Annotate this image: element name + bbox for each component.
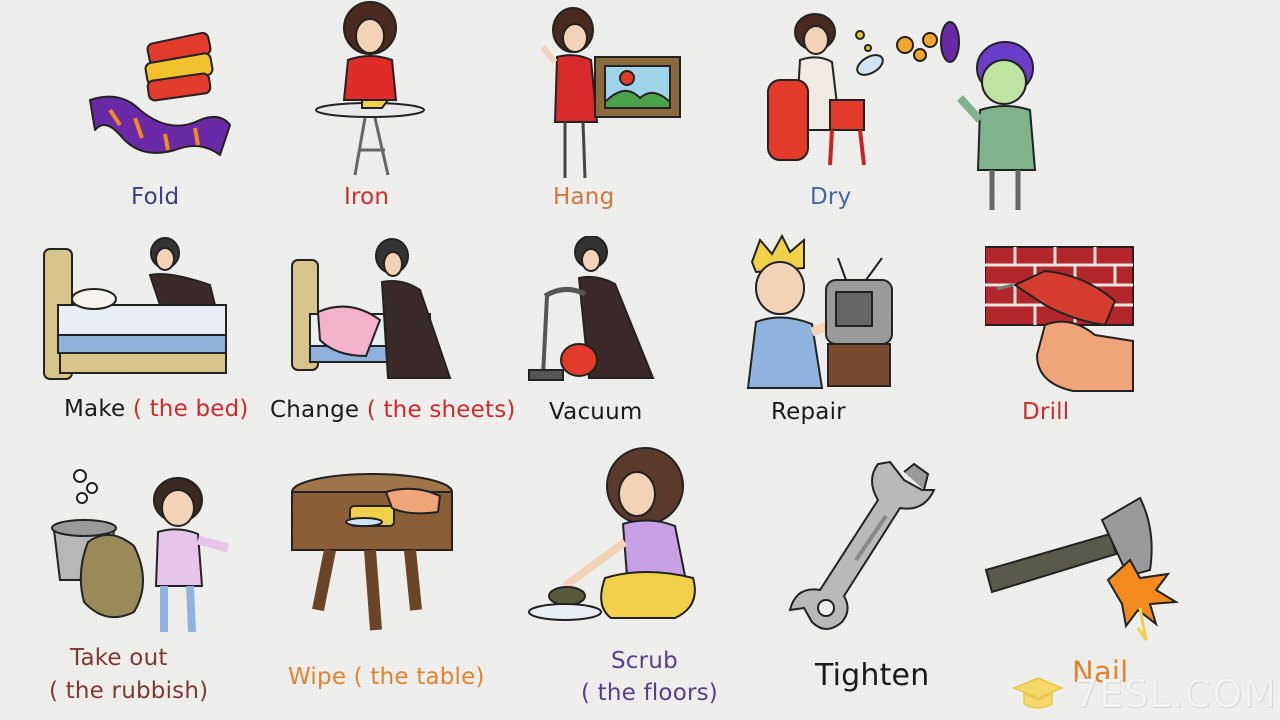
- label-tighten: Tighten: [815, 658, 930, 693]
- woman-drying-dishes-and-dusting-illustration: [767, 13, 1037, 210]
- label-make-the-bed: Make ( the bed): [64, 396, 249, 422]
- graduation-cap-icon: [1012, 677, 1064, 709]
- hand-drilling-brick-wall-illustration: [985, 246, 1134, 392]
- man-repairing-tv-illustration: [746, 233, 893, 389]
- folded-scarf-illustration: [89, 31, 231, 156]
- label-drill: Drill: [1022, 399, 1070, 425]
- man-taking-out-rubbish-illustration: [51, 469, 230, 633]
- woman-vacuuming-illustration: [528, 236, 655, 381]
- label-change: Change: [270, 397, 360, 423]
- label-change-sub: ( the sheets): [366, 397, 516, 423]
- woman-ironing-illustration: [315, 1, 425, 176]
- wrench-illustration: [788, 460, 936, 630]
- label-hang: Hang: [553, 184, 615, 210]
- watermark-text: 7ESL.COM: [1074, 672, 1277, 716]
- label-make-sub: ( the bed): [132, 396, 249, 422]
- watermark-logo: 7ESL.COM: [1010, 672, 1277, 716]
- label-change-the-sheets: Change ( the sheets): [270, 397, 516, 423]
- label-repair: Repair: [771, 399, 846, 425]
- woman-hanging-picture-illustration: [540, 7, 681, 179]
- woman-making-bed-illustration: [43, 237, 227, 380]
- label-make: Make: [64, 396, 126, 422]
- label-the-rubbish: ( the rubbish): [49, 678, 209, 704]
- woman-changing-sheets-illustration: [291, 238, 452, 379]
- label-fold: Fold: [131, 184, 180, 210]
- woman-scrubbing-floor-illustration: [528, 447, 696, 621]
- label-vacuum: Vacuum: [549, 399, 643, 425]
- label-the-floors: ( the floors): [581, 680, 718, 706]
- label-wipe-the-table: Wipe ( the table): [288, 664, 485, 690]
- label-iron: Iron: [344, 184, 390, 210]
- hammer-hitting-nail-illustration: [984, 496, 1180, 641]
- label-scrub: Scrub: [611, 648, 678, 674]
- label-dry: Dry: [810, 184, 852, 210]
- hand-wiping-table-illustration: [291, 473, 453, 631]
- label-take-out: Take out: [70, 645, 168, 671]
